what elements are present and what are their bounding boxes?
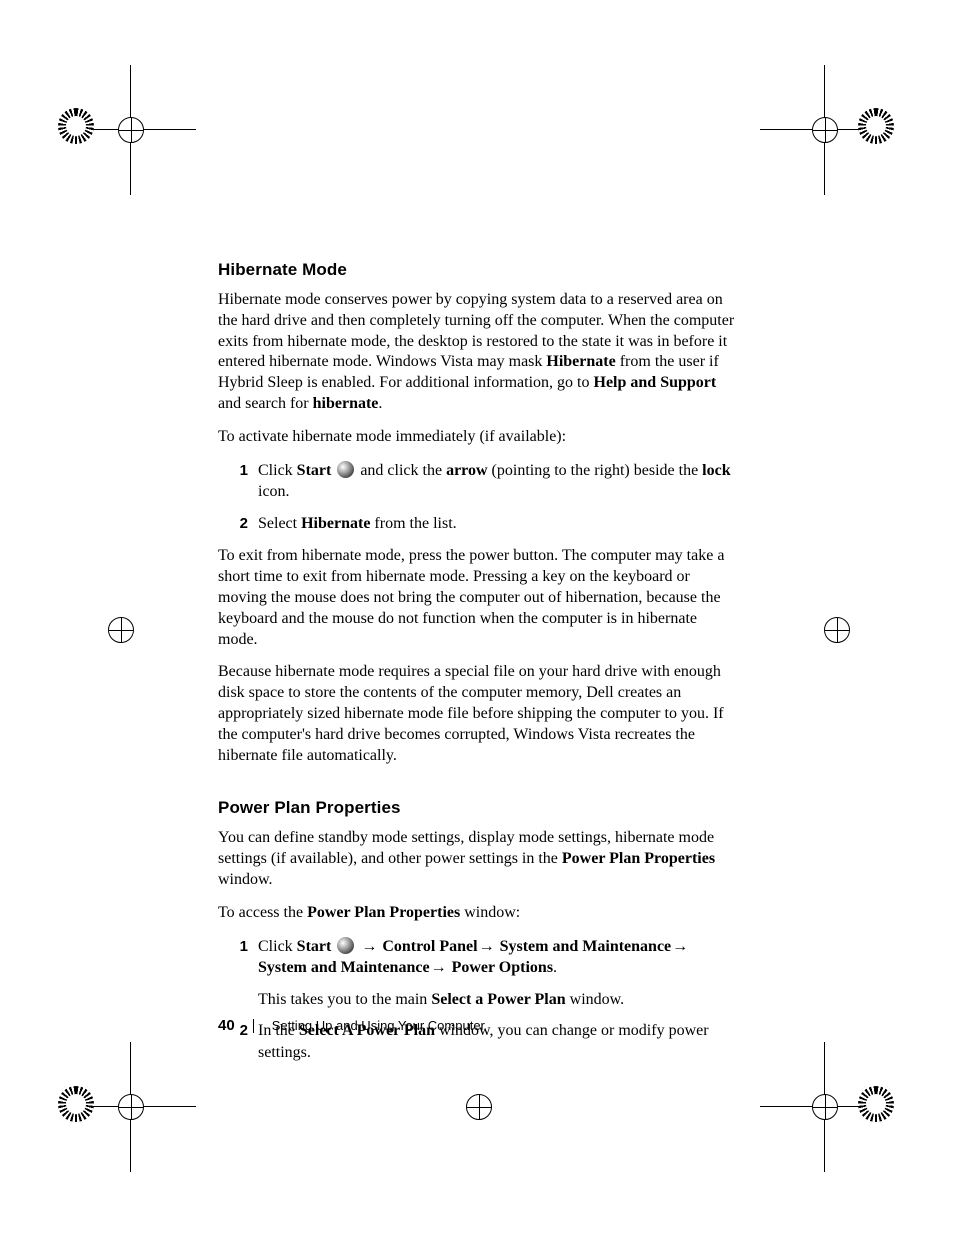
bold-text: Hibernate <box>301 515 370 532</box>
footer-divider <box>253 1019 254 1033</box>
arrow-icon: → <box>360 938 378 955</box>
bold-text: Power Plan Properties <box>307 904 460 921</box>
step-number: 1 <box>218 460 258 481</box>
bold-text: System and Maintenance <box>496 938 672 955</box>
registration-mark <box>812 605 860 653</box>
windows-orb-icon <box>337 461 354 478</box>
step-text: Select Hibernate from the list. <box>258 513 738 535</box>
steps-list: 1 Click Start → Control Panel→ System an… <box>218 936 738 1064</box>
page-body: Hibernate Mode Hibernate mode conserves … <box>218 260 738 1075</box>
bold-text: Power Options <box>448 959 553 976</box>
registration-wheel <box>858 108 894 144</box>
paragraph: To activate hibernate mode immediately (… <box>218 427 738 448</box>
arrow-icon: → <box>671 938 689 955</box>
text: window. <box>218 871 273 888</box>
registration-mark <box>106 1082 154 1130</box>
text: Click <box>258 938 297 955</box>
text: from the list. <box>370 515 456 532</box>
bold-text: arrow <box>446 462 487 479</box>
paragraph: Because hibernate mode requires a specia… <box>218 662 738 766</box>
windows-orb-icon <box>337 937 354 954</box>
registration-wheel <box>58 108 94 144</box>
heading-power-plan: Power Plan Properties <box>218 798 738 818</box>
bold-text: Control Panel <box>378 938 477 955</box>
registration-mark <box>800 1082 848 1130</box>
registration-wheel <box>858 1086 894 1122</box>
text: window: <box>460 904 520 921</box>
text: . <box>553 959 557 976</box>
step-number: 2 <box>218 513 258 534</box>
bold-text: hibernate <box>313 395 379 412</box>
text: and click the <box>356 462 446 479</box>
text: and search for <box>218 395 313 412</box>
arrow-icon: → <box>430 959 448 976</box>
bold-text: System and Maintenance <box>258 959 430 976</box>
bold-text: Hibernate <box>546 353 615 370</box>
registration-wheel <box>58 1086 94 1122</box>
step-item: 1 Click Start and click the arrow (point… <box>218 460 738 503</box>
bold-text: Start <box>297 462 332 479</box>
text: To access the <box>218 904 307 921</box>
text: This takes you to the main <box>258 991 431 1008</box>
text: window. <box>566 991 625 1008</box>
step-item: 2 Select Hibernate from the list. <box>218 513 738 535</box>
step-item: 1 Click Start → Control Panel→ System an… <box>218 936 738 1011</box>
paragraph: Hibernate mode conserves power by copyin… <box>218 290 738 415</box>
paragraph: You can define standby mode settings, di… <box>218 828 738 890</box>
steps-list: 1 Click Start and click the arrow (point… <box>218 460 738 535</box>
text: Select <box>258 515 301 532</box>
bold-text: lock <box>702 462 730 479</box>
footer-title: Setting Up and Using Your Computer <box>272 1018 485 1033</box>
page-number: 40 <box>218 1017 235 1034</box>
bold-text: Help and Support <box>594 374 717 391</box>
registration-mark <box>800 105 848 153</box>
text: . <box>378 395 382 412</box>
bold-text: Start <box>297 938 332 955</box>
bold-text: Power Plan Properties <box>562 850 715 867</box>
paragraph: To exit from hibernate mode, press the p… <box>218 546 738 650</box>
paragraph: To access the Power Plan Properties wind… <box>218 903 738 924</box>
heading-hibernate-mode: Hibernate Mode <box>218 260 738 280</box>
bold-text: Select a Power Plan <box>431 991 565 1008</box>
text: icon. <box>258 483 290 500</box>
step-text: Click Start → Control Panel→ System and … <box>258 936 738 1011</box>
registration-mark <box>106 105 154 153</box>
arrow-icon: → <box>478 938 496 955</box>
text: Click <box>258 462 297 479</box>
step-number: 1 <box>218 936 258 957</box>
page-footer: 40 Setting Up and Using Your Computer <box>218 1017 485 1034</box>
registration-mark <box>454 1082 502 1130</box>
text: (pointing to the right) beside the <box>488 462 703 479</box>
registration-mark <box>96 605 144 653</box>
step-text: Click Start and click the arrow (pointin… <box>258 460 738 503</box>
